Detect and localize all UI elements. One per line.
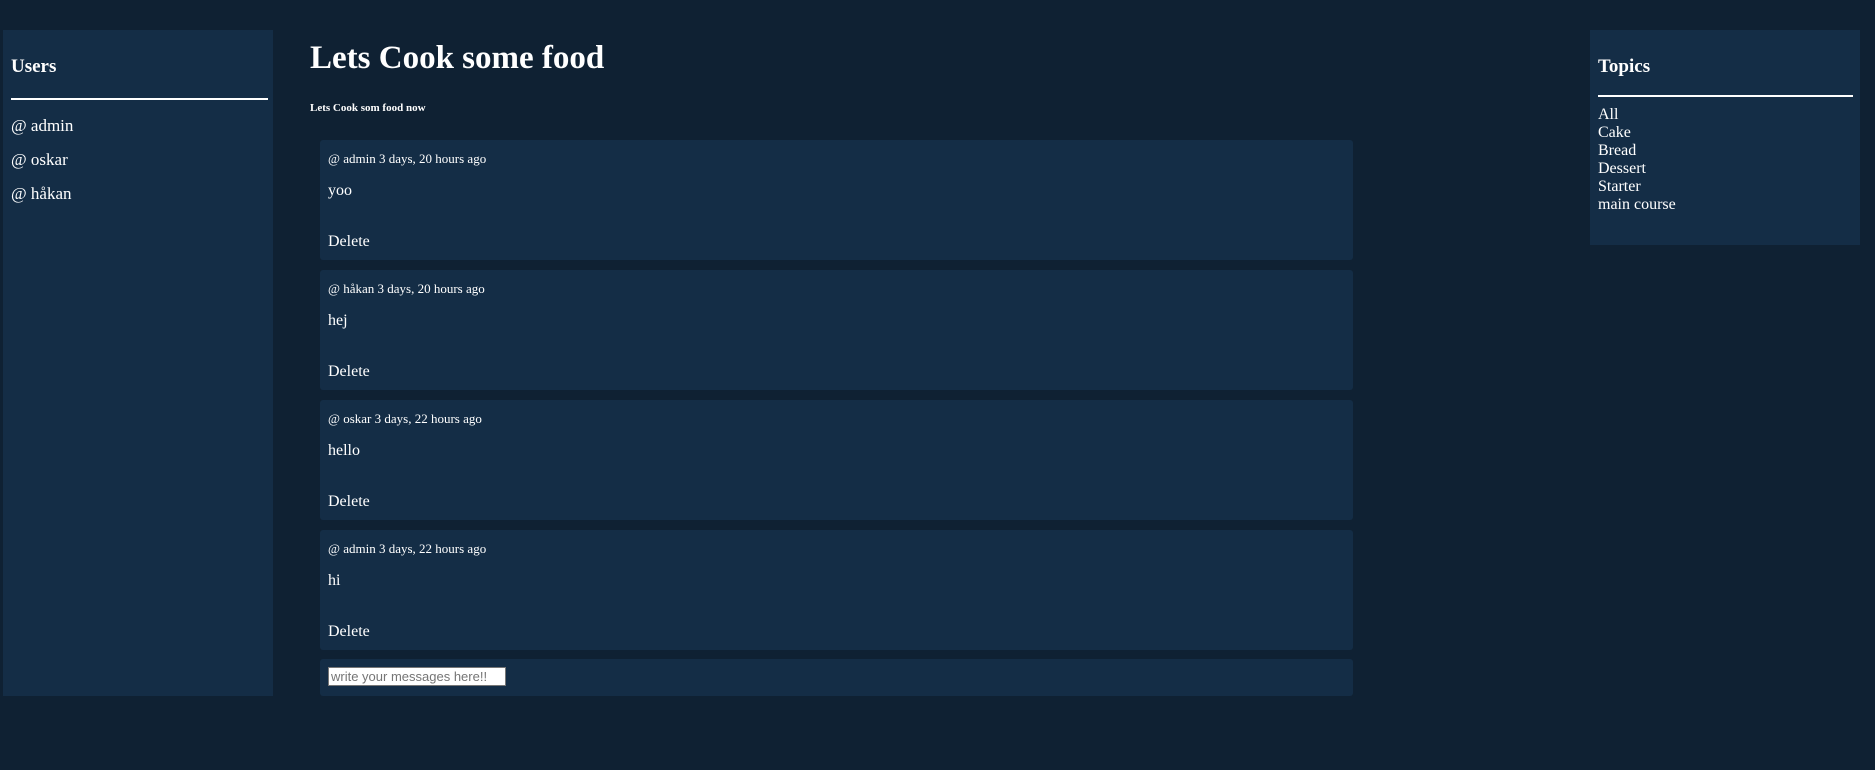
delete-button[interactable]: Delete: [328, 493, 370, 511]
delete-button[interactable]: Delete: [328, 623, 370, 641]
topics-sidebar: Topics All Cake Bread Dessert Starter ma…: [1590, 30, 1860, 245]
topics-heading: Topics: [1598, 56, 1651, 77]
page-title: Lets Cook some food: [310, 40, 605, 76]
user-item-admin[interactable]: @ admin: [11, 116, 73, 150]
page-subtitle: Lets Cook som food now: [310, 102, 426, 114]
delete-button[interactable]: Delete: [328, 233, 370, 251]
message-card: @ admin 3 days, 20 hours ago yoo Delete: [320, 140, 1353, 260]
users-divider: [11, 98, 268, 100]
users-sidebar: Users @ admin @ oskar @ håkan: [3, 30, 273, 696]
message-body: hej: [328, 312, 348, 329]
topic-item-all[interactable]: All: [1598, 106, 1676, 124]
message-card: @ oskar 3 days, 22 hours ago hello Delet…: [320, 400, 1353, 520]
user-item-oskar[interactable]: @ oskar: [11, 150, 73, 184]
topic-item-dessert[interactable]: Dessert: [1598, 160, 1676, 178]
message-body: hi: [328, 572, 341, 589]
delete-button[interactable]: Delete: [328, 363, 370, 381]
message-meta: @ admin 3 days, 20 hours ago: [328, 151, 487, 166]
message-composer: [320, 659, 1353, 696]
message-input[interactable]: [328, 667, 506, 686]
users-heading: Users: [11, 56, 57, 77]
message-card: @ admin 3 days, 22 hours ago hi Delete: [320, 530, 1353, 650]
topic-item-cake[interactable]: Cake: [1598, 124, 1676, 142]
message-card: @ håkan 3 days, 20 hours ago hej Delete: [320, 270, 1353, 390]
topics-divider: [1598, 95, 1853, 97]
message-body: yoo: [328, 182, 352, 199]
topic-item-main-course[interactable]: main course: [1598, 196, 1676, 214]
message-meta: @ oskar 3 days, 22 hours ago: [328, 411, 482, 426]
user-item-hakan[interactable]: @ håkan: [11, 184, 73, 218]
topic-item-bread[interactable]: Bread: [1598, 142, 1676, 160]
topic-list: All Cake Bread Dessert Starter main cour…: [1598, 106, 1676, 214]
user-list: @ admin @ oskar @ håkan: [11, 116, 73, 218]
message-meta: @ håkan 3 days, 20 hours ago: [328, 281, 485, 296]
topic-item-starter[interactable]: Starter: [1598, 178, 1676, 196]
message-meta: @ admin 3 days, 22 hours ago: [328, 541, 487, 556]
message-body: hello: [328, 442, 360, 459]
